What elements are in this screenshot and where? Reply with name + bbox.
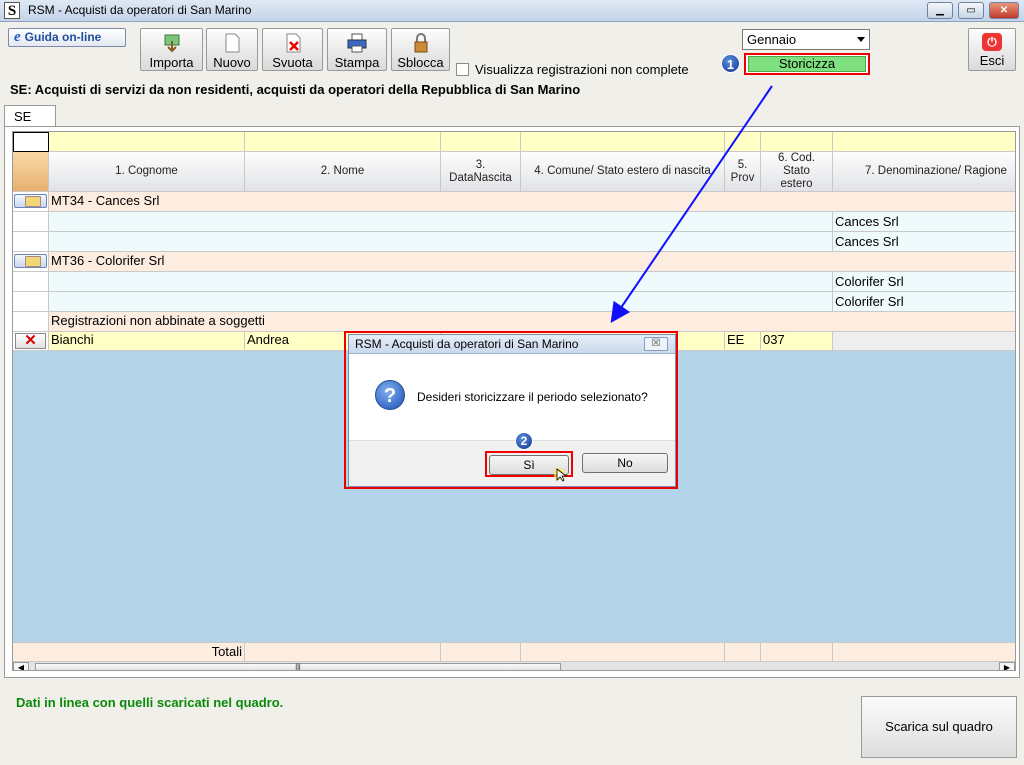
- dialog-highlight: RSM - Acquisti da operatori di San Marin…: [344, 331, 678, 489]
- dialog-title: RSM - Acquisti da operatori di San Marin…: [349, 335, 675, 354]
- no-button[interactable]: No: [582, 453, 668, 473]
- step-badge-2: 2: [515, 432, 533, 450]
- mouse-cursor-icon: [554, 468, 568, 482]
- dialog-message: Desideri storicizzare il periodo selezio…: [417, 390, 648, 404]
- question-icon: ?: [375, 380, 405, 410]
- dialog-close-button[interactable]: ☒: [644, 337, 668, 351]
- confirm-dialog: RSM - Acquisti da operatori di San Marin…: [348, 334, 676, 487]
